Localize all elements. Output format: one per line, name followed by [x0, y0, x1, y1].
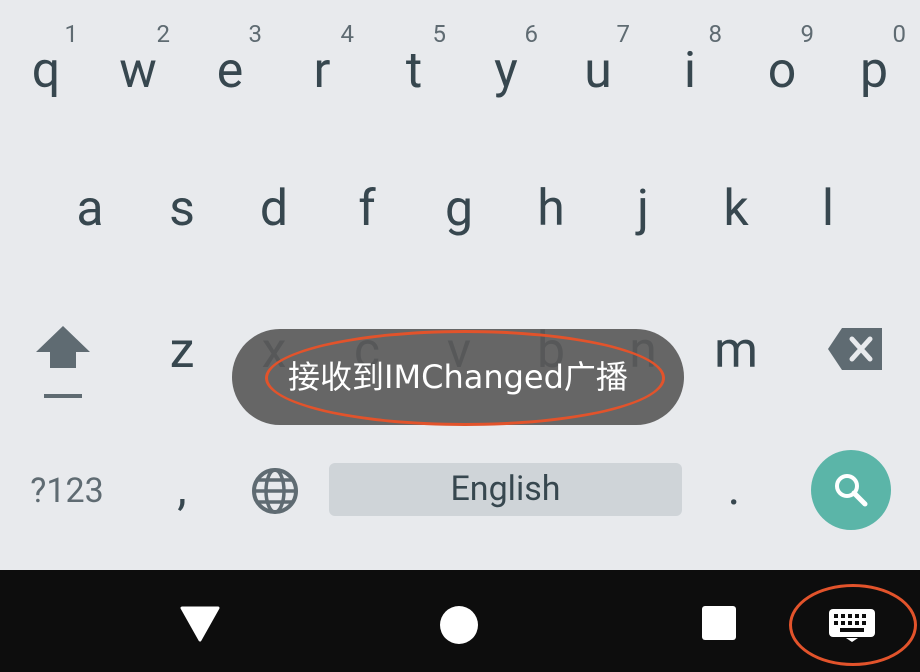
key-label: t: [405, 42, 423, 100]
home-button[interactable]: [440, 606, 478, 644]
back-triangle-icon: [180, 606, 220, 642]
key-m[interactable]: m: [690, 318, 782, 384]
annotation-ring-toast: [265, 330, 665, 426]
key-w[interactable]: 2w: [92, 22, 184, 104]
key-r[interactable]: 4r: [276, 22, 368, 104]
key-k[interactable]: k: [690, 176, 782, 242]
shift-icon: [36, 326, 90, 398]
key-label: y: [494, 42, 518, 100]
key-e[interactable]: 3e: [184, 22, 276, 104]
key-hint: 4: [340, 20, 355, 48]
key-label: p: [859, 42, 889, 100]
key-d[interactable]: d: [228, 176, 320, 242]
key-hint: 7: [616, 20, 631, 48]
key-label: q: [31, 42, 61, 100]
key-z[interactable]: z: [136, 318, 228, 384]
key-label: o: [767, 42, 797, 100]
globe-icon: [252, 468, 298, 514]
annotation-ring-keyboard: [789, 584, 917, 666]
key-hint: 9: [800, 20, 815, 48]
key-h[interactable]: h: [505, 176, 597, 242]
key-s[interactable]: s: [136, 176, 228, 242]
period-key[interactable]: .: [712, 458, 756, 518]
key-f[interactable]: f: [321, 176, 413, 242]
backspace-icon: [828, 328, 882, 370]
key-a[interactable]: a: [44, 176, 136, 242]
key-i[interactable]: 8i: [644, 22, 736, 104]
key-hint: 3: [248, 20, 263, 48]
key-label: w: [119, 42, 157, 100]
key-t[interactable]: 5t: [368, 22, 460, 104]
key-l[interactable]: l: [782, 176, 874, 242]
navigation-bar: [0, 570, 920, 672]
recents-button[interactable]: [702, 606, 736, 640]
key-u[interactable]: 7u: [552, 22, 644, 104]
key-p[interactable]: 0p: [828, 22, 920, 104]
key-hint: 1: [64, 20, 79, 48]
soft-keyboard: 1q 2w 3e 4r 5t 6y 7u 8i 9o 0p a s d f g …: [0, 0, 920, 570]
space-bar[interactable]: English: [329, 463, 682, 516]
key-y[interactable]: 6y: [460, 22, 552, 104]
key-j[interactable]: j: [597, 176, 689, 242]
key-o[interactable]: 9o: [736, 22, 828, 104]
key-label: e: [216, 42, 244, 100]
key-hint: 8: [708, 20, 723, 48]
key-label: r: [313, 42, 331, 100]
symbols-key[interactable]: ?123: [20, 468, 114, 514]
key-hint: 2: [156, 20, 171, 48]
key-hint: 6: [524, 20, 539, 48]
search-action-button[interactable]: [811, 450, 891, 530]
key-hint: 5: [432, 20, 447, 48]
key-label: i: [683, 42, 697, 100]
key-hint: 0: [892, 20, 907, 48]
shift-key[interactable]: [28, 322, 98, 402]
key-q[interactable]: 1q: [0, 22, 92, 104]
language-switch-key[interactable]: [250, 466, 300, 516]
back-button[interactable]: [178, 604, 222, 642]
key-label: u: [584, 42, 612, 100]
delete-key[interactable]: [826, 326, 886, 372]
comma-key[interactable]: ,: [160, 458, 204, 518]
key-g[interactable]: g: [413, 176, 505, 242]
search-icon: [835, 474, 868, 507]
